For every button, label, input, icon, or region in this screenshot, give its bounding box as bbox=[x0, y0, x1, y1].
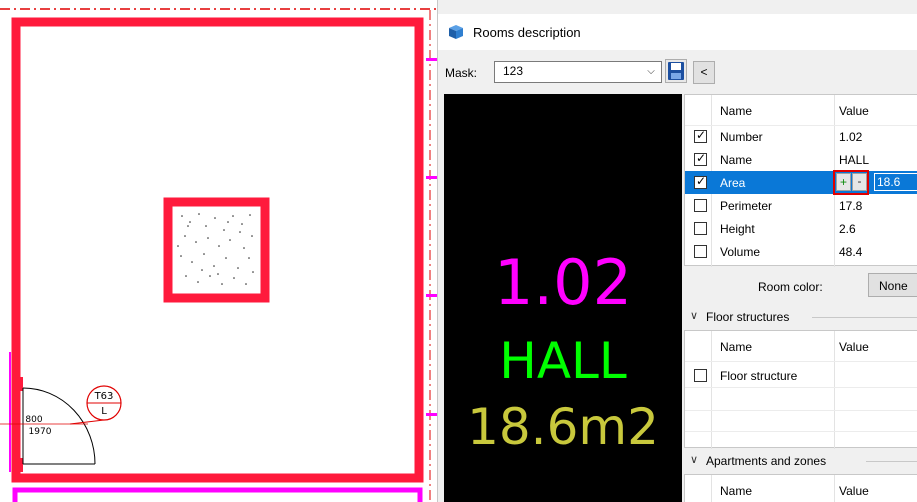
property-value[interactable]: HALL bbox=[839, 153, 869, 167]
property-row-area[interactable]: Area + - 18.6 bbox=[685, 170, 917, 195]
floor-structures-title: Floor structures bbox=[706, 310, 790, 324]
properties-panel: Name Value Number 1.02 Name HALL Area + … bbox=[684, 94, 917, 502]
chevron-down-icon: ∨ bbox=[690, 310, 699, 322]
property-value[interactable]: 2.6 bbox=[839, 222, 856, 236]
rooms-description-dialog: Rooms description Mask: 123 ⌵ < 1.02 HAL… bbox=[437, 0, 917, 502]
property-name: Perimeter bbox=[720, 199, 773, 213]
apartments-zones-header[interactable]: ∨ Apartments and zones bbox=[684, 450, 917, 472]
floor-structure-checkbox[interactable] bbox=[694, 369, 707, 382]
area-checkbox[interactable] bbox=[694, 174, 707, 189]
door-height-label: 1970 bbox=[29, 427, 52, 437]
wall-marker bbox=[426, 176, 437, 179]
wall-marker bbox=[9, 352, 11, 472]
column-header-name: Name bbox=[720, 340, 753, 354]
column-fill bbox=[176, 210, 257, 290]
property-row-floor-structure[interactable]: Floor structure bbox=[685, 364, 917, 387]
mask-toolbar: Mask: 123 ⌵ < bbox=[438, 56, 917, 90]
cad-drawing-canvas[interactable]: T63 L 800 1970 bbox=[0, 0, 437, 502]
height-checkbox[interactable] bbox=[694, 222, 707, 235]
increment-button[interactable]: + bbox=[836, 173, 851, 191]
property-name: Volume bbox=[720, 245, 761, 259]
apartments-zones-title: Apartments and zones bbox=[706, 454, 827, 468]
property-row-number[interactable]: Number 1.02 bbox=[685, 125, 917, 148]
window-title: Rooms description bbox=[473, 24, 581, 40]
door-jamb bbox=[13, 377, 23, 391]
grid-header: Name Value bbox=[685, 475, 917, 502]
room-color-button[interactable]: None bbox=[868, 273, 917, 297]
preview-room-number: 1.02 bbox=[493, 246, 633, 319]
volume-checkbox[interactable] bbox=[694, 245, 707, 258]
mask-dropdown[interactable]: 123 ⌵ bbox=[494, 61, 662, 83]
floor-structures-grid: Name Value Floor structure bbox=[684, 330, 917, 449]
save-button[interactable] bbox=[665, 59, 687, 83]
property-row-perimeter[interactable]: Perimeter 17.8 bbox=[685, 194, 917, 217]
grid-header: Name Value bbox=[685, 95, 917, 125]
column-header-name: Name bbox=[720, 484, 753, 498]
property-name: Area bbox=[720, 176, 746, 190]
door-tag-leader bbox=[69, 419, 105, 425]
room-label-preview: 1.02 HALL 18.6m2 bbox=[444, 94, 682, 502]
property-name: Height bbox=[720, 222, 755, 236]
property-value[interactable]: 48.4 bbox=[839, 245, 862, 259]
room-color-row: Room color: None bbox=[684, 268, 917, 302]
property-value[interactable]: 1.02 bbox=[839, 130, 862, 144]
adjacent-room-outline bbox=[12, 487, 423, 502]
title-bar: Rooms description bbox=[438, 14, 917, 50]
door-tag-label: T63 bbox=[94, 391, 114, 402]
perimeter-checkbox[interactable] bbox=[694, 199, 707, 212]
chevron-down-icon: ∨ bbox=[690, 454, 699, 466]
name-checkbox[interactable] bbox=[694, 151, 707, 166]
property-name: Floor structure bbox=[720, 369, 798, 383]
chevron-down-icon: ⌵ bbox=[647, 66, 655, 77]
room-color-label: Room color: bbox=[758, 280, 823, 294]
property-row-name[interactable]: Name HALL bbox=[685, 148, 917, 171]
number-checkbox[interactable] bbox=[694, 128, 707, 143]
property-name: Number bbox=[720, 130, 763, 144]
collapse-button[interactable]: < bbox=[693, 61, 715, 84]
area-value-input[interactable]: 18.6 bbox=[874, 173, 917, 191]
mask-label: Mask: bbox=[445, 66, 478, 80]
floppy-disk-icon bbox=[668, 62, 684, 80]
property-value[interactable]: 17.8 bbox=[839, 199, 862, 213]
floor-plan-drawing: T63 L 800 1970 bbox=[0, 8, 437, 502]
wall-marker bbox=[426, 58, 437, 61]
preview-room-area: 18.6m2 bbox=[467, 398, 659, 456]
property-name: Name bbox=[720, 153, 753, 167]
apartments-zones-grid: Name Value bbox=[684, 474, 917, 502]
door-width-label: 800 bbox=[25, 415, 42, 425]
door-swing-arc bbox=[22, 387, 96, 465]
door-tag-sub-label: L bbox=[101, 406, 107, 417]
floor-structures-header[interactable]: ∨ Floor structures bbox=[684, 306, 917, 328]
preview-room-name: HALL bbox=[499, 332, 627, 390]
room-properties-grid: Name Value Number 1.02 Name HALL Area + … bbox=[684, 94, 917, 267]
column-header-value: Value bbox=[839, 340, 869, 354]
wall-marker bbox=[426, 294, 437, 297]
column-header-name: Name bbox=[720, 104, 753, 118]
decrement-button[interactable]: - bbox=[852, 173, 867, 191]
rooms-3d-box-icon bbox=[449, 25, 463, 39]
column-header-value: Value bbox=[839, 484, 869, 498]
mask-dropdown-value: 123 bbox=[503, 64, 524, 78]
wall-marker bbox=[426, 413, 437, 416]
grid-header: Name Value bbox=[685, 331, 917, 361]
property-row-volume[interactable]: Volume 48.4 bbox=[685, 240, 917, 263]
property-row-height[interactable]: Height 2.6 bbox=[685, 217, 917, 240]
door-jamb bbox=[13, 458, 23, 472]
column-header-value: Value bbox=[839, 104, 869, 118]
